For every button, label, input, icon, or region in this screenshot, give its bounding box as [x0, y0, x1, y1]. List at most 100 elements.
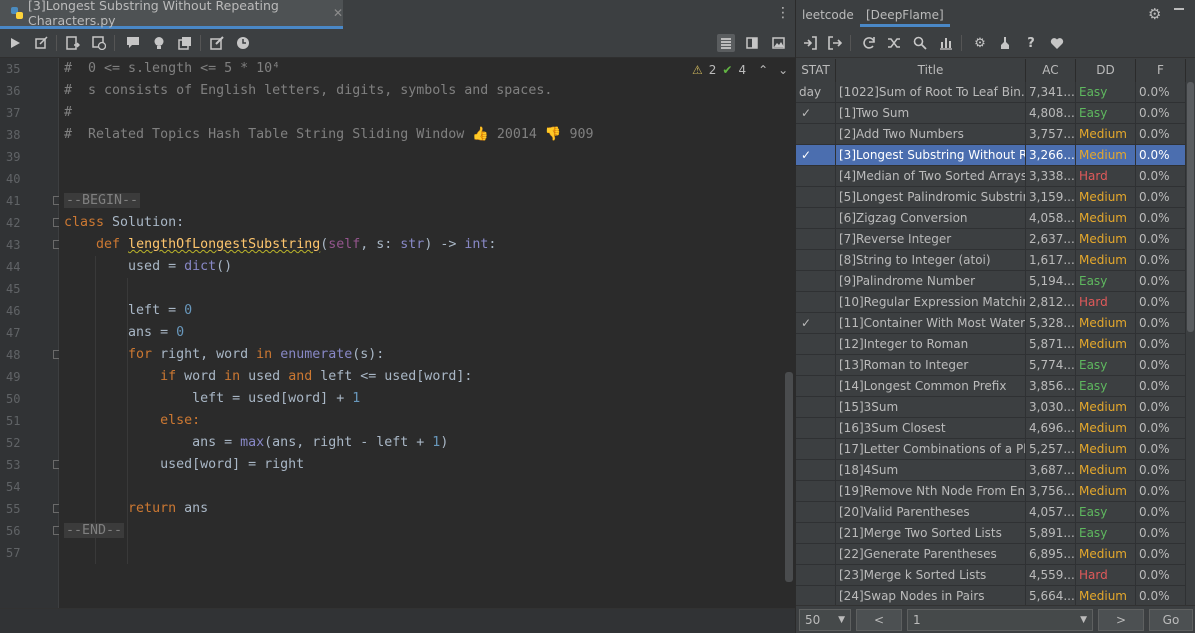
table-row[interactable]: ✓ [11]Container With Most Water 5,328.... M…	[796, 313, 1186, 334]
line-number: 39	[6, 150, 21, 164]
cell-title: [9]Palindrome Number	[836, 271, 1026, 292]
table-row[interactable]: [10]Regular Expression Matching 2,812....…	[796, 292, 1186, 313]
cell-title: [5]Longest Palindromic Substring	[836, 187, 1026, 208]
keyword: in	[224, 369, 241, 384]
table-row[interactable]: [24]Swap Nodes in Pairs 5,664.... Medium 0.…	[796, 586, 1186, 605]
go-button[interactable]: Go	[1149, 609, 1193, 631]
shuffle-icon[interactable]	[885, 34, 903, 52]
keyword: if	[160, 369, 177, 384]
cell-title: [20]Valid Parentheses	[836, 502, 1026, 523]
split-view-icon[interactable]	[743, 34, 761, 52]
table-row[interactable]: ✓ [3]Longest Substring Without R... 3,266.…	[796, 145, 1186, 166]
tab-deepflame[interactable]: [DeepFlame]	[860, 8, 950, 27]
warning-count: 2	[708, 63, 717, 77]
preview-view-icon[interactable]	[769, 34, 787, 52]
table-row[interactable]: [13]Roman to Integer 5,774.... Easy 0.0%	[796, 355, 1186, 376]
settings-icon[interactable]: ⚙	[971, 34, 989, 52]
comments-icon[interactable]	[124, 34, 142, 52]
statistics-icon[interactable]	[937, 34, 955, 52]
editor-only-view-icon[interactable]	[717, 34, 735, 52]
table-row[interactable]: [9]Palindrome Number 5,194.... Easy 0.0%	[796, 271, 1186, 292]
leetcode-panel: leetcode [DeepFlame] ⚙ ⚙ ? STAT Title AC…	[795, 0, 1195, 633]
run-icon[interactable]	[6, 34, 24, 52]
gear-icon[interactable]: ⚙	[1148, 5, 1161, 23]
table-row[interactable]: [2]Add Two Numbers 3,757.... Medium 0.0%	[796, 124, 1186, 145]
table-scrollbar[interactable]	[1187, 82, 1194, 332]
minimize-icon[interactable]	[1174, 8, 1184, 10]
cell-title: [10]Regular Expression Matching	[836, 292, 1026, 313]
table-row[interactable]: [6]Zigzag Conversion 4,058.... Medium 0.0%	[796, 208, 1186, 229]
table-row[interactable]: [5]Longest Palindromic Substring 3,159...…	[796, 187, 1186, 208]
logout-icon[interactable]	[826, 34, 844, 52]
table-row[interactable]: [12]Integer to Roman 5,871.... Medium 0.0%	[796, 334, 1186, 355]
tab-leetcode[interactable]: leetcode	[802, 8, 854, 22]
more-options-icon[interactable]: ⋮	[776, 6, 790, 20]
table-row[interactable]: [8]String to Integer (atoi) 1,617.... Medi…	[796, 250, 1186, 271]
table-row[interactable]: [17]Letter Combinations of a Ph... 5,257.…	[796, 439, 1186, 460]
line-number: 51	[6, 414, 21, 428]
table-row[interactable]: [23]Merge k Sorted Lists 4,559.... Hard 0.0…	[796, 565, 1186, 586]
prev-page-button[interactable]: <	[856, 609, 902, 631]
table-row[interactable]: [16]3Sum Closest 4,696.... Medium 0.0%	[796, 418, 1186, 439]
table-row[interactable]: [21]Merge Two Sorted Lists 5,891.... Easy 0…	[796, 523, 1186, 544]
open-in-web-icon[interactable]	[176, 34, 194, 52]
cell-ac: 6,895....	[1026, 544, 1076, 565]
heart-icon[interactable]	[1048, 34, 1066, 52]
editor-scrollbar[interactable]	[785, 372, 793, 582]
pagination-bar: 50 ▼ < 1 ▼ > Go	[796, 605, 1195, 633]
table-row[interactable]: ✓ [1]Two Sum 4,808.... Easy 0.0%	[796, 103, 1186, 124]
table-row[interactable]: day [1022]Sum of Root To Leaf Bin... 7,341…	[796, 82, 1186, 103]
code-area[interactable]: # 0 <= s.length <= 5 * 10⁴ # s consists …	[59, 58, 785, 608]
timer-icon[interactable]	[234, 34, 252, 52]
inspection-widget[interactable]: ⚠ 2 ✔ 4 ⌃ ⌄	[692, 63, 788, 77]
column-header-stat[interactable]: STAT	[796, 59, 836, 82]
page-size-select[interactable]: 50 ▼	[799, 609, 851, 631]
login-icon[interactable]	[801, 34, 819, 52]
self-param: self	[328, 237, 361, 252]
cell-stat: day	[796, 82, 836, 103]
cell-difficulty: Medium	[1076, 187, 1136, 208]
test-icon[interactable]	[32, 34, 50, 52]
cell-title: [12]Integer to Roman	[836, 334, 1026, 355]
column-header-f[interactable]: F	[1136, 59, 1186, 82]
table-row[interactable]: [15]3Sum 3,030.... Medium 0.0%	[796, 397, 1186, 418]
solution-bulb-icon[interactable]	[150, 34, 168, 52]
table-row[interactable]: [20]Valid Parentheses 4,057.... Easy 0.0%	[796, 502, 1186, 523]
table-row[interactable]: [14]Longest Common Prefix 3,856.... Easy 0.…	[796, 376, 1186, 397]
search-icon[interactable]	[911, 34, 929, 52]
keyword: else:	[160, 413, 201, 428]
cell-frequency: 0.0%	[1136, 292, 1186, 313]
refresh-icon[interactable]	[860, 34, 878, 52]
editor-bottom-bar	[0, 608, 795, 633]
cell-frequency: 0.0%	[1136, 313, 1186, 334]
next-page-button[interactable]: >	[1098, 609, 1144, 631]
chevron-up-icon[interactable]: ⌃	[758, 63, 768, 77]
edit-note-icon[interactable]	[208, 34, 226, 52]
table-row[interactable]: [18]4Sum 3,687.... Medium 0.0%	[796, 460, 1186, 481]
editor-tab[interactable]: [3]Longest Substring Without Repeating C…	[0, 0, 343, 29]
table-row[interactable]: [19]Remove Nth Node From En... 3,756.... M…	[796, 481, 1186, 502]
submissions-icon[interactable]	[90, 34, 108, 52]
column-header-dd[interactable]: DD	[1076, 59, 1136, 82]
code-text: word	[176, 369, 225, 384]
cell-difficulty: Medium	[1076, 229, 1136, 250]
column-header-title[interactable]: Title	[836, 59, 1026, 82]
number: 0	[184, 303, 193, 318]
cell-title: [3]Longest Substring Without R...	[836, 145, 1026, 166]
builtin-type: int	[464, 237, 489, 252]
table-row[interactable]: [7]Reverse Integer 2,637.... Medium 0.0%	[796, 229, 1186, 250]
chevron-down-icon[interactable]: ⌄	[778, 63, 788, 77]
cell-frequency: 0.0%	[1136, 460, 1186, 481]
code-text: (ans, right - left +	[264, 435, 433, 450]
table-row[interactable]: [4]Median of Two Sorted Arrays 3,338.... H…	[796, 166, 1186, 187]
cell-difficulty: Hard	[1076, 292, 1136, 313]
table-row[interactable]: [22]Generate Parentheses 6,895.... Medium 0…	[796, 544, 1186, 565]
submit-icon[interactable]	[64, 34, 82, 52]
clear-icon[interactable]	[996, 34, 1014, 52]
cell-frequency: 0.0%	[1136, 166, 1186, 187]
help-icon[interactable]: ?	[1022, 34, 1040, 52]
close-icon[interactable]: ✕	[333, 6, 343, 20]
code-text: right, word	[152, 347, 257, 362]
page-number-select[interactable]: 1 ▼	[907, 609, 1093, 631]
column-header-ac[interactable]: AC	[1026, 59, 1076, 82]
